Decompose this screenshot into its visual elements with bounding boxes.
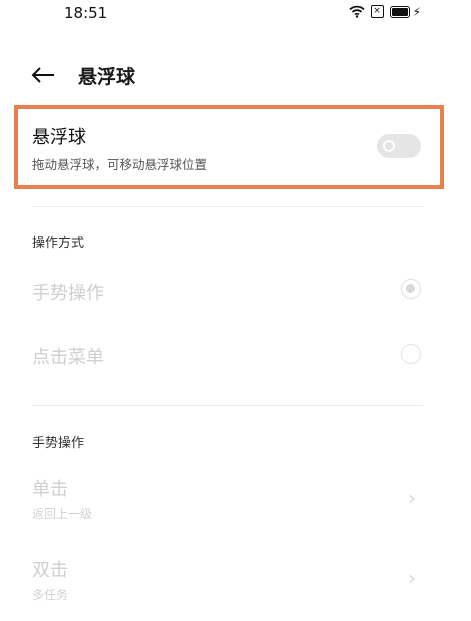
floating-ball-subtitle: 拖动悬浮球，可移动悬浮球位置 bbox=[32, 157, 208, 172]
option-gesture-label[interactable]: 手势操作 bbox=[32, 279, 104, 305]
charging-icon: ⚡ bbox=[412, 4, 421, 19]
wifi-icon bbox=[348, 5, 365, 18]
floating-ball-toggle[interactable] bbox=[377, 134, 421, 158]
divider bbox=[32, 405, 423, 406]
battery-icon bbox=[389, 5, 410, 18]
gesture-double-tap-label[interactable]: 双击 bbox=[32, 556, 68, 582]
option-click-menu-label[interactable]: 点击菜单 bbox=[32, 343, 104, 369]
x-box-icon: × bbox=[370, 5, 384, 18]
option-click-menu-radio[interactable] bbox=[401, 344, 421, 364]
floating-ball-title: 悬浮球 bbox=[32, 127, 86, 148]
gesture-single-tap-label[interactable]: 单击 bbox=[32, 475, 68, 501]
back-arrow-icon[interactable] bbox=[28, 60, 58, 90]
toggle-knob bbox=[383, 140, 395, 152]
gesture-operation-header: 手势操作 bbox=[32, 436, 85, 451]
status-icons: × ⚡ bbox=[348, 4, 421, 19]
option-gesture-radio[interactable] bbox=[401, 279, 421, 299]
gesture-single-tap-sub: 返回上一级 bbox=[32, 507, 93, 521]
operation-mode-header: 操作方式 bbox=[32, 236, 85, 251]
gesture-double-tap-sub: 多任务 bbox=[32, 588, 69, 602]
status-time: 18:51 bbox=[64, 4, 108, 22]
divider bbox=[32, 206, 423, 207]
page-title: 悬浮球 bbox=[78, 66, 136, 88]
chevron-right-icon: › bbox=[408, 566, 416, 590]
chevron-right-icon: › bbox=[408, 486, 416, 510]
